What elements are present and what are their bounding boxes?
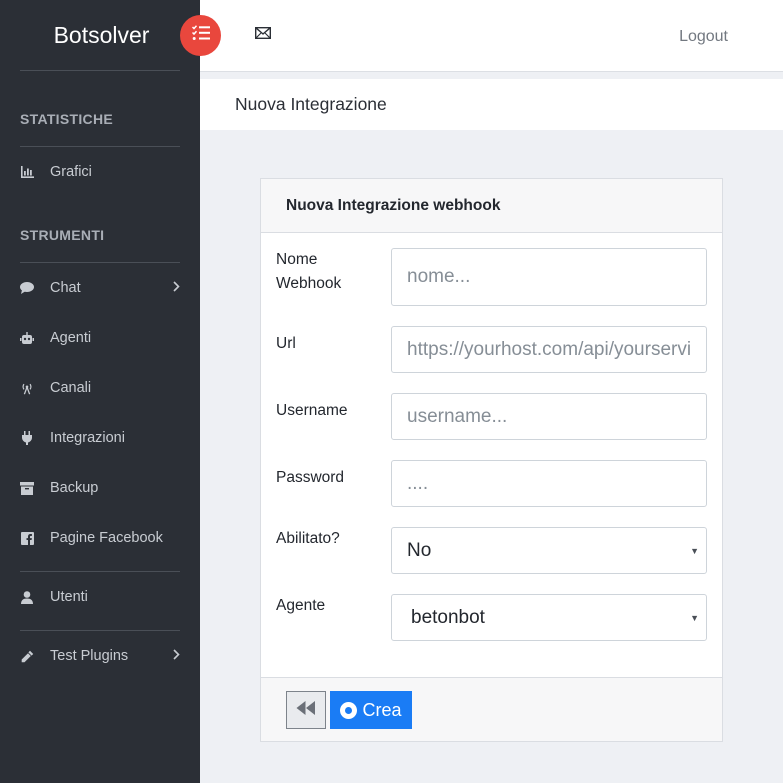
- webhook-name-input[interactable]: [391, 248, 707, 306]
- select-value: betonbot: [411, 606, 485, 628]
- archive-icon: [20, 481, 34, 495]
- sidebar-heading-statistiche: STATISTICHE: [20, 111, 114, 127]
- sidebar-item-canali[interactable]: Canali: [0, 363, 200, 413]
- sidebar-item-backup[interactable]: Backup: [0, 463, 200, 513]
- sidebar-item-label: Integrazioni: [50, 430, 125, 446]
- sidebar-item-label: Grafici: [50, 164, 92, 180]
- sidebar-item-label: Test Plugins: [50, 648, 129, 664]
- user-icon: [20, 590, 34, 604]
- enabled-select[interactable]: No ▼: [391, 527, 707, 574]
- field-label: Agente: [276, 597, 326, 614]
- back-button[interactable]: [286, 691, 326, 729]
- select-value: No: [407, 539, 432, 561]
- sidebar-item-label: Chat: [50, 280, 81, 296]
- form-body: Nome Webhook Url Username Password Abili…: [261, 233, 722, 677]
- password-input[interactable]: [391, 460, 707, 507]
- dot-circle-icon: [340, 701, 358, 719]
- sidebar-item-label: Pagine Facebook: [50, 530, 163, 546]
- brand-logo[interactable]: Botsolver: [0, 0, 200, 70]
- eyedropper-icon: [20, 649, 34, 663]
- sidebar: Botsolver STATISTICHE Grafici STRUMENTI …: [0, 0, 200, 783]
- mail-icon[interactable]: [254, 26, 272, 44]
- sidebar-item-test-plugins[interactable]: Test Plugins: [0, 631, 200, 681]
- sidebar-item-label: Canali: [50, 380, 92, 396]
- webhook-form-card: Nuova Integrazione webhook Nome Webhook …: [260, 178, 723, 742]
- robot-icon: [20, 331, 34, 345]
- menu-toggle-button[interactable]: [180, 15, 221, 56]
- create-label: Crea: [362, 699, 402, 720]
- username-input[interactable]: [391, 393, 707, 440]
- agent-select[interactable]: betonbot ▼: [391, 594, 707, 641]
- sidebar-item-grafici[interactable]: Grafici: [0, 147, 200, 197]
- sidebar-item-label: Agenti: [50, 330, 92, 346]
- caret-down-icon: ▼: [690, 613, 699, 623]
- sidebar-item-agenti[interactable]: Agenti: [0, 313, 200, 363]
- create-button[interactable]: Crea: [330, 691, 412, 729]
- chat-icon: [20, 281, 34, 295]
- plug-icon: [20, 431, 34, 445]
- sidebar-item-chat[interactable]: Chat: [0, 263, 200, 313]
- caret-down-icon: ▼: [690, 546, 699, 556]
- field-label: Abilitato?: [276, 530, 340, 547]
- field-label: Nome Webhook: [276, 251, 342, 292]
- facebook-icon: [20, 531, 34, 545]
- logout-link[interactable]: Logout: [679, 28, 728, 46]
- brand-name: Botsolver: [53, 21, 150, 48]
- sidebar-item-label: Utenti: [50, 589, 88, 605]
- backward-icon: [296, 700, 316, 720]
- sidebar-heading-strumenti: STRUMENTI: [20, 227, 105, 243]
- broadcast-icon: [20, 381, 34, 395]
- list-check-icon: [191, 25, 210, 46]
- sidebar-item-utenti[interactable]: Utenti: [0, 572, 200, 622]
- top-bar: Logout: [200, 0, 783, 72]
- field-label: Username: [276, 402, 348, 419]
- chevron-right-icon: [173, 648, 180, 664]
- chart-icon: [20, 165, 34, 179]
- form-footer: Crea: [261, 677, 722, 741]
- sidebar-item-integrazioni[interactable]: Integrazioni: [0, 413, 200, 463]
- sidebar-item-pagine-facebook[interactable]: Pagine Facebook: [0, 513, 200, 563]
- chevron-right-icon: [173, 280, 180, 296]
- sidebar-item-label: Backup: [50, 480, 99, 496]
- field-label: Url: [276, 335, 296, 352]
- field-label: Password: [276, 469, 345, 486]
- card-title: Nuova Integrazione webhook: [261, 179, 722, 233]
- url-input[interactable]: [391, 326, 707, 373]
- page-title: Nuova Integrazione: [200, 79, 783, 130]
